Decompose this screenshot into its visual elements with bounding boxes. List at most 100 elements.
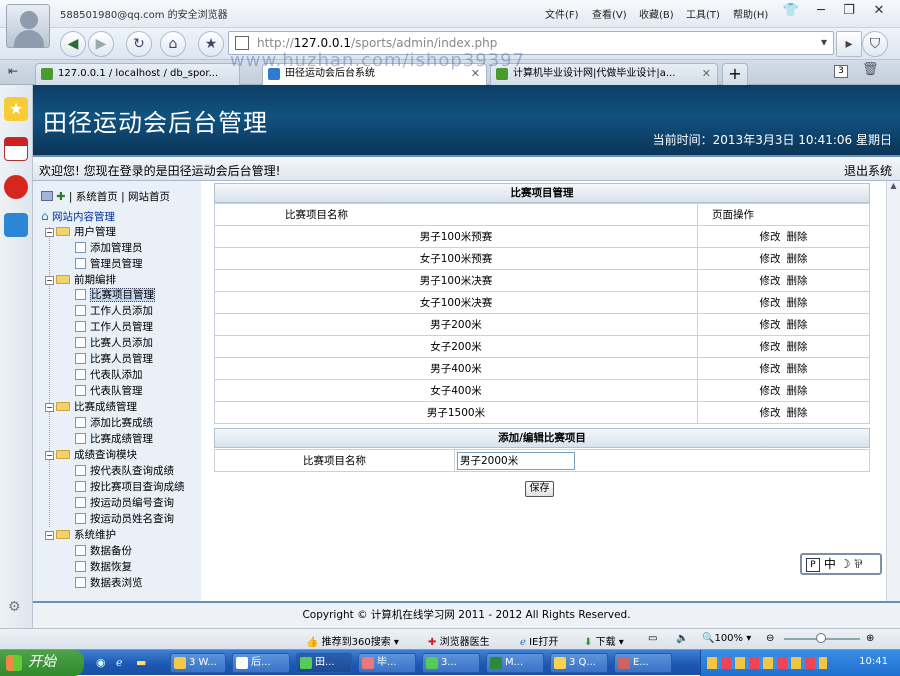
delete-link[interactable]: 删除 — [787, 319, 808, 331]
speaker-icon[interactable]: 🔈 — [676, 633, 688, 644]
edit-link[interactable]: 修改 — [760, 407, 781, 419]
tree-root[interactable]: ⌂ 网站内容管理 — [41, 209, 115, 224]
tree-item-table-browse[interactable]: 数据表浏览 — [75, 575, 143, 590]
tree-item-athlete-manage[interactable]: 比赛人员管理 — [75, 351, 153, 366]
zoom-slider-thumb[interactable] — [816, 633, 826, 643]
settings-gear-icon[interactable]: ⚙ — [8, 599, 21, 615]
tree-item-team-manage[interactable]: 代表队管理 — [75, 383, 143, 398]
quicklaunch-folder-icon[interactable]: ▬ — [136, 656, 146, 669]
dropdown-arrow-icon[interactable]: ▾ — [821, 35, 827, 49]
status-360-search[interactable]: 👍 推荐到360搜索 ▾ — [306, 633, 399, 648]
status-browser-doctor[interactable]: ✚ 浏览器医生 — [428, 633, 490, 648]
zoom-in-icon[interactable]: ⊕ — [866, 633, 874, 644]
tree-item-result-add[interactable]: 添加比赛成绩 — [75, 415, 153, 430]
logout-link[interactable]: 退出系统 — [844, 162, 892, 179]
tree-item-admin-manage[interactable]: 管理员管理 — [75, 256, 143, 271]
tree-group-prearrange[interactable]: − 前期编排 — [45, 272, 116, 287]
edit-link[interactable]: 修改 — [760, 319, 781, 331]
tree-item-add-admin[interactable]: 添加管理员 — [75, 240, 143, 255]
trash-icon[interactable]: 🗑 — [862, 62, 879, 77]
edit-link[interactable]: 修改 — [760, 275, 781, 287]
tree-item-staff-add[interactable]: 工作人员添加 — [75, 303, 153, 318]
app-icon[interactable] — [4, 213, 28, 237]
go-icon[interactable]: ▸ — [836, 31, 862, 57]
tree-item-query-team[interactable]: 按代表队查询成绩 — [75, 463, 174, 478]
minimize-icon[interactable]: ─ — [810, 2, 832, 20]
delete-link[interactable]: 删除 — [787, 341, 808, 353]
star-icon[interactable]: ★ — [198, 31, 224, 57]
menu-tools[interactable]: 工具(T) — [686, 6, 720, 21]
edit-link[interactable]: 修改 — [760, 385, 781, 397]
delete-link[interactable]: 删除 — [787, 275, 808, 287]
status-download[interactable]: ⬇ 下载 ▾ — [584, 633, 624, 648]
page-scrollbar[interactable]: ▲ — [886, 181, 900, 601]
taskbar-btn-4[interactable]: 毕... — [358, 653, 416, 673]
news-icon[interactable] — [4, 137, 28, 161]
tree-item-athlete-add[interactable]: 比赛人员添加 — [75, 335, 153, 350]
zoom-out-icon[interactable]: ⊖ — [766, 633, 774, 644]
new-tab-icon[interactable]: + — [722, 63, 748, 85]
scroll-up-icon[interactable]: ▲ — [887, 181, 900, 193]
tab-count-icon[interactable]: 3 — [834, 65, 848, 78]
tree-group-user[interactable]: − 用户管理 — [45, 224, 116, 239]
status-zoom[interactable]: 🔍100% ▾ — [702, 633, 751, 644]
tree-item-query-name[interactable]: 按运动员姓名查询 — [75, 511, 174, 526]
favorites-icon[interactable]: ★ — [4, 97, 28, 121]
home-icon[interactable]: ⌂ — [160, 31, 186, 57]
event-name-input[interactable] — [457, 451, 575, 470]
tree-item-query-event[interactable]: 按比赛项目查询成绩 — [75, 479, 185, 494]
restore-icon[interactable]: ❐ — [838, 2, 860, 20]
quicklaunch-ie-icon[interactable]: ℯ — [116, 656, 123, 669]
edit-link[interactable]: 修改 — [760, 297, 781, 309]
forward-icon[interactable]: ▶ — [88, 31, 114, 57]
edit-link[interactable]: 修改 — [760, 231, 781, 243]
refresh-icon[interactable]: ↻ — [126, 31, 152, 57]
system-home-link[interactable]: 系统首页 — [76, 191, 118, 203]
taskbar-btn-1[interactable]: 3 W... — [170, 653, 226, 673]
tab-phpmyadmin[interactable]: 127.0.0.1 / localhost / db_spor... — [35, 63, 240, 85]
taskbar-btn-7[interactable]: 3 Q... — [550, 653, 608, 673]
taskbar-btn-2[interactable]: 后... — [232, 653, 290, 673]
tree-item-result-manage[interactable]: 比赛成绩管理 — [75, 431, 153, 446]
sidebar-toggle-icon[interactable]: ⇤ — [8, 64, 18, 78]
close-icon[interactable]: ✕ — [868, 2, 890, 20]
address-text[interactable]: http://127.0.0.1/sports/admin/index.php — [257, 36, 497, 50]
delete-link[interactable]: 删除 — [787, 297, 808, 309]
user-avatar[interactable] — [6, 4, 50, 48]
screen-icon[interactable]: ▭ — [648, 633, 657, 644]
tree-item-team-add[interactable]: 代表队添加 — [75, 367, 143, 382]
site-home-link[interactable]: 网站首页 — [128, 191, 170, 203]
menu-help[interactable]: 帮助(H) — [733, 6, 768, 21]
tree-item-event-manage[interactable]: 比赛项目管理 — [75, 287, 155, 302]
quicklaunch-360-icon[interactable]: ◉ — [96, 656, 106, 669]
menu-view[interactable]: 查看(V) — [592, 6, 627, 21]
shield-icon[interactable]: ⛉ — [862, 31, 888, 57]
tree-item-query-number[interactable]: 按运动员编号查询 — [75, 495, 174, 510]
taskbar-btn-5[interactable]: 3... — [422, 653, 480, 673]
delete-link[interactable]: 删除 — [787, 231, 808, 243]
skin-icon[interactable]: 👕 — [780, 2, 802, 20]
menu-favorites[interactable]: 收藏(B) — [639, 6, 674, 21]
tree-group-query[interactable]: − 成绩查询模块 — [45, 447, 137, 462]
taskbar-btn-8[interactable]: E... — [614, 653, 672, 673]
edit-link[interactable]: 修改 — [760, 341, 781, 353]
ime-toolbar[interactable]: P 中 ☽ ⅌ — [800, 553, 882, 575]
delete-link[interactable]: 删除 — [787, 385, 808, 397]
taskbar-btn-6[interactable]: M... — [486, 653, 544, 673]
back-icon[interactable]: ◀ — [60, 31, 86, 57]
menu-file[interactable]: 文件(F) — [545, 6, 579, 21]
tree-item-restore[interactable]: 数据恢复 — [75, 559, 132, 574]
delete-link[interactable]: 删除 — [787, 407, 808, 419]
tree-group-results[interactable]: − 比赛成绩管理 — [45, 399, 137, 414]
save-button[interactable]: 保存 — [525, 481, 554, 497]
delete-link[interactable]: 删除 — [787, 363, 808, 375]
edit-link[interactable]: 修改 — [760, 363, 781, 375]
tree-item-backup[interactable]: 数据备份 — [75, 543, 132, 558]
weibo-icon[interactable] — [4, 175, 28, 199]
status-ie-open[interactable]: ℯ IE打开 — [520, 633, 558, 648]
taskbar-btn-3[interactable]: 田... — [296, 653, 352, 673]
tree-group-maintenance[interactable]: − 系统维护 — [45, 527, 116, 542]
edit-link[interactable]: 修改 — [760, 253, 781, 265]
delete-link[interactable]: 删除 — [787, 253, 808, 265]
tree-item-staff-manage[interactable]: 工作人员管理 — [75, 319, 153, 334]
